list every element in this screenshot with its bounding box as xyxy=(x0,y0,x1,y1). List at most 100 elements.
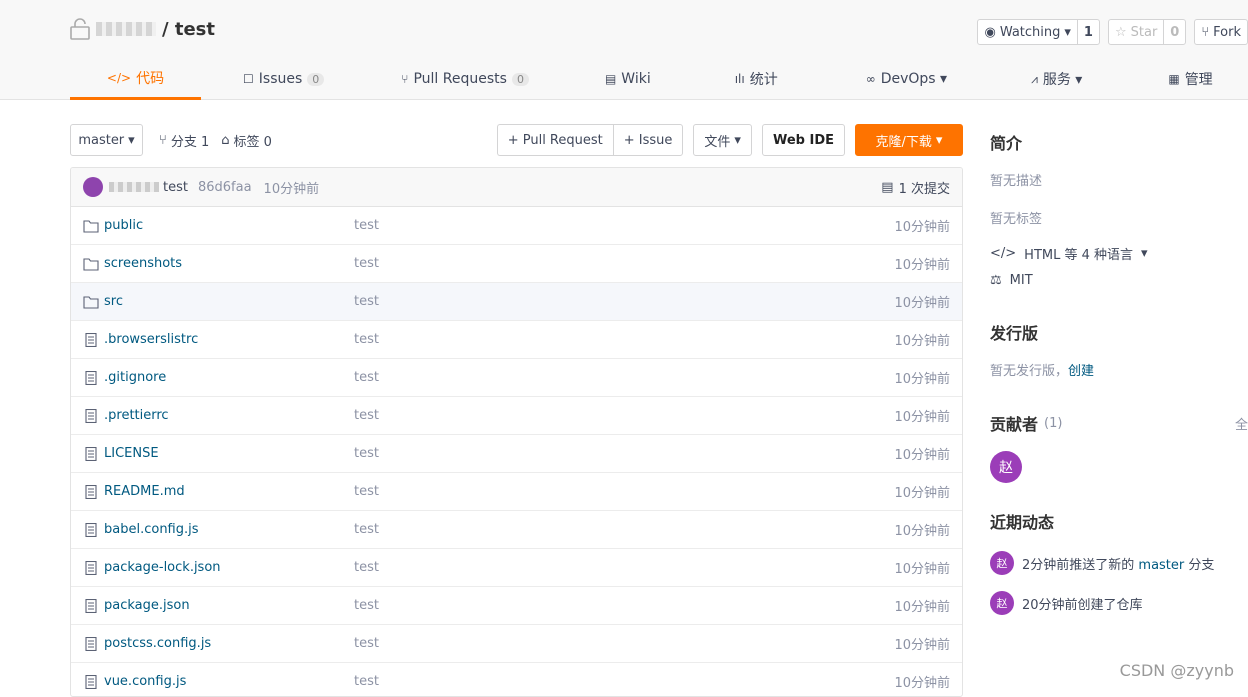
tab-services[interactable]: ⩘ 服务 ▾ xyxy=(1031,58,1082,100)
file-commit-message[interactable]: test xyxy=(354,256,379,271)
committer-name-redacted[interactable] xyxy=(109,182,159,192)
commit-message[interactable]: test xyxy=(163,180,188,195)
tag-icon: ⌂ xyxy=(221,133,229,148)
file-row[interactable]: .gitignoretest 10分钟前 xyxy=(71,359,962,397)
file-commit-time: 10分钟前 xyxy=(894,558,950,577)
all-contributors-link[interactable]: 全 xyxy=(1235,414,1248,433)
file-name[interactable]: package.json xyxy=(104,598,354,613)
tab-issues[interactable]: ☐ Issues 0 xyxy=(243,58,324,100)
file-commit-time: 10分钟前 xyxy=(894,406,950,425)
file-row[interactable]: screenshotstest10分钟前 xyxy=(71,245,962,283)
tab-wiki[interactable]: ▤ Wiki xyxy=(605,58,651,100)
file-commit-message[interactable]: test xyxy=(354,598,379,613)
file-commit-message[interactable]: test xyxy=(354,332,379,347)
star-button[interactable]: ☆Star 0 xyxy=(1108,19,1186,45)
pulse-icon: ⩘ xyxy=(1031,72,1038,87)
file-row[interactable]: srctest10分钟前 xyxy=(71,283,962,321)
file-name[interactable]: README.md xyxy=(104,484,354,499)
file-name[interactable]: LICENSE xyxy=(104,446,354,461)
infinity-icon: ∞ xyxy=(866,72,876,86)
star-icon: ☆ xyxy=(1115,25,1127,40)
file-commit-message[interactable]: test xyxy=(354,408,379,423)
file-commit-message[interactable]: test xyxy=(354,560,379,575)
branch-link[interactable]: master xyxy=(1138,558,1184,573)
latest-commit: test 86d6faa 10分钟前 ▤1 次提交 xyxy=(71,168,962,207)
web-ide-button[interactable]: Web IDE xyxy=(762,124,845,156)
tab-code[interactable]: </> 代码 xyxy=(70,58,201,100)
files-dropdown[interactable]: 文件▾ xyxy=(693,124,752,156)
issue-icon: ☐ xyxy=(243,72,254,86)
file-row[interactable]: publictest 10分钟前 xyxy=(71,207,962,245)
file-row[interactable]: postcss.config.jstest10分钟前 xyxy=(71,625,962,663)
new-issue-button[interactable]: + Issue xyxy=(613,124,684,156)
activity-item: 赵 2分钟前推送了新的 master 分支 xyxy=(990,551,1248,575)
file-row[interactable]: vue.config.jstest10分钟前 xyxy=(71,663,962,697)
file-commit-time: 10分钟前 xyxy=(894,368,950,387)
license-link[interactable]: ⚖MIT xyxy=(990,273,1248,288)
folder-icon xyxy=(83,295,99,309)
activity-heading: 近期动态 xyxy=(990,509,1248,533)
file-row[interactable]: .browserslistrctest 10分钟前 xyxy=(71,321,962,359)
caret-down-icon: ▾ xyxy=(128,133,135,148)
watch-button[interactable]: ◉Watching▾ 1 xyxy=(977,19,1100,45)
commit-sha[interactable]: 86d6faa xyxy=(198,180,252,195)
create-release-link[interactable]: 创建 xyxy=(1068,364,1094,379)
watch-count[interactable]: 1 xyxy=(1078,25,1099,40)
committer-avatar[interactable] xyxy=(83,177,103,197)
branch-selector[interactable]: master▾ xyxy=(70,124,143,156)
languages-dropdown[interactable]: </>HTML 等 4 种语言▾ xyxy=(990,244,1248,263)
tab-pull-requests[interactable]: ⑂ Pull Requests 0 xyxy=(401,58,529,100)
file-commit-message[interactable]: test xyxy=(354,294,379,309)
commit-time: 10分钟前 xyxy=(264,178,320,197)
clone-download-button[interactable]: 克隆/下载▾ xyxy=(855,124,963,156)
file-name[interactable]: .browserslistrc xyxy=(104,332,354,347)
file-name[interactable]: package-lock.json xyxy=(104,560,354,575)
file-row[interactable]: package.jsontest 10分钟前 xyxy=(71,587,962,625)
star-count[interactable]: 0 xyxy=(1164,25,1185,40)
file-name[interactable]: babel.config.js xyxy=(104,522,354,537)
file-row[interactable]: LICENSEtest10分钟前 xyxy=(71,435,962,473)
file-name[interactable]: src xyxy=(104,294,354,309)
file-name[interactable]: vue.config.js xyxy=(104,674,354,689)
tab-devops[interactable]: ∞ DevOps ▾ xyxy=(866,58,947,100)
activity-avatar[interactable]: 赵 xyxy=(990,591,1014,615)
file-commit-message[interactable]: test xyxy=(354,674,379,689)
tags-link[interactable]: ⌂标签 0 xyxy=(221,131,272,150)
file-row[interactable]: babel.config.jstest 10分钟前 xyxy=(71,511,962,549)
file-icon xyxy=(83,637,99,651)
file-commit-message[interactable]: test xyxy=(354,636,379,651)
repo-name[interactable]: test xyxy=(175,19,215,40)
file-name[interactable]: public xyxy=(104,218,354,233)
caret-down-icon: ▾ xyxy=(734,133,741,148)
tab-manage[interactable]: ▦ 管理 xyxy=(1168,58,1212,100)
file-commit-message[interactable]: test xyxy=(354,484,379,499)
tab-stats[interactable]: ılı 统计 xyxy=(735,58,778,100)
file-row[interactable]: .prettierrctest 10分钟前 xyxy=(71,397,962,435)
activity-avatar[interactable]: 赵 xyxy=(990,551,1014,575)
file-commit-message[interactable]: test xyxy=(354,446,379,461)
commit-count-link[interactable]: ▤1 次提交 xyxy=(881,178,950,197)
file-name[interactable]: screenshots xyxy=(104,256,354,271)
contributor-avatar[interactable]: 赵 xyxy=(990,451,1022,483)
file-row[interactable]: package-lock.jsontest 10分钟前 xyxy=(71,549,962,587)
file-commit-time: 10分钟前 xyxy=(894,330,950,349)
owner-name-redacted[interactable] xyxy=(96,22,156,36)
file-commit-time: 10分钟前 xyxy=(894,216,950,235)
file-row[interactable]: README.mdtest10分钟前 xyxy=(71,473,962,511)
file-name[interactable]: postcss.config.js xyxy=(104,636,354,651)
file-commit-message[interactable]: test xyxy=(354,218,379,233)
branches-link[interactable]: ⑂分支 1 xyxy=(159,131,209,150)
file-commit-time: 10分钟前 xyxy=(894,520,950,539)
code-icon: </> xyxy=(107,71,131,85)
file-commit-message[interactable]: test xyxy=(354,522,379,537)
bar-chart-icon: ılı xyxy=(735,72,745,86)
file-name[interactable]: .gitignore xyxy=(104,370,354,385)
file-icon xyxy=(83,675,99,689)
file-commit-message[interactable]: test xyxy=(354,370,379,385)
file-icon xyxy=(83,561,99,575)
file-name[interactable]: .prettierrc xyxy=(104,408,354,423)
fork-button[interactable]: ⑂Fork xyxy=(1194,19,1248,45)
file-icon xyxy=(83,409,99,423)
file-commit-time: 10分钟前 xyxy=(894,596,950,615)
new-pull-request-button[interactable]: + Pull Request xyxy=(497,124,613,156)
